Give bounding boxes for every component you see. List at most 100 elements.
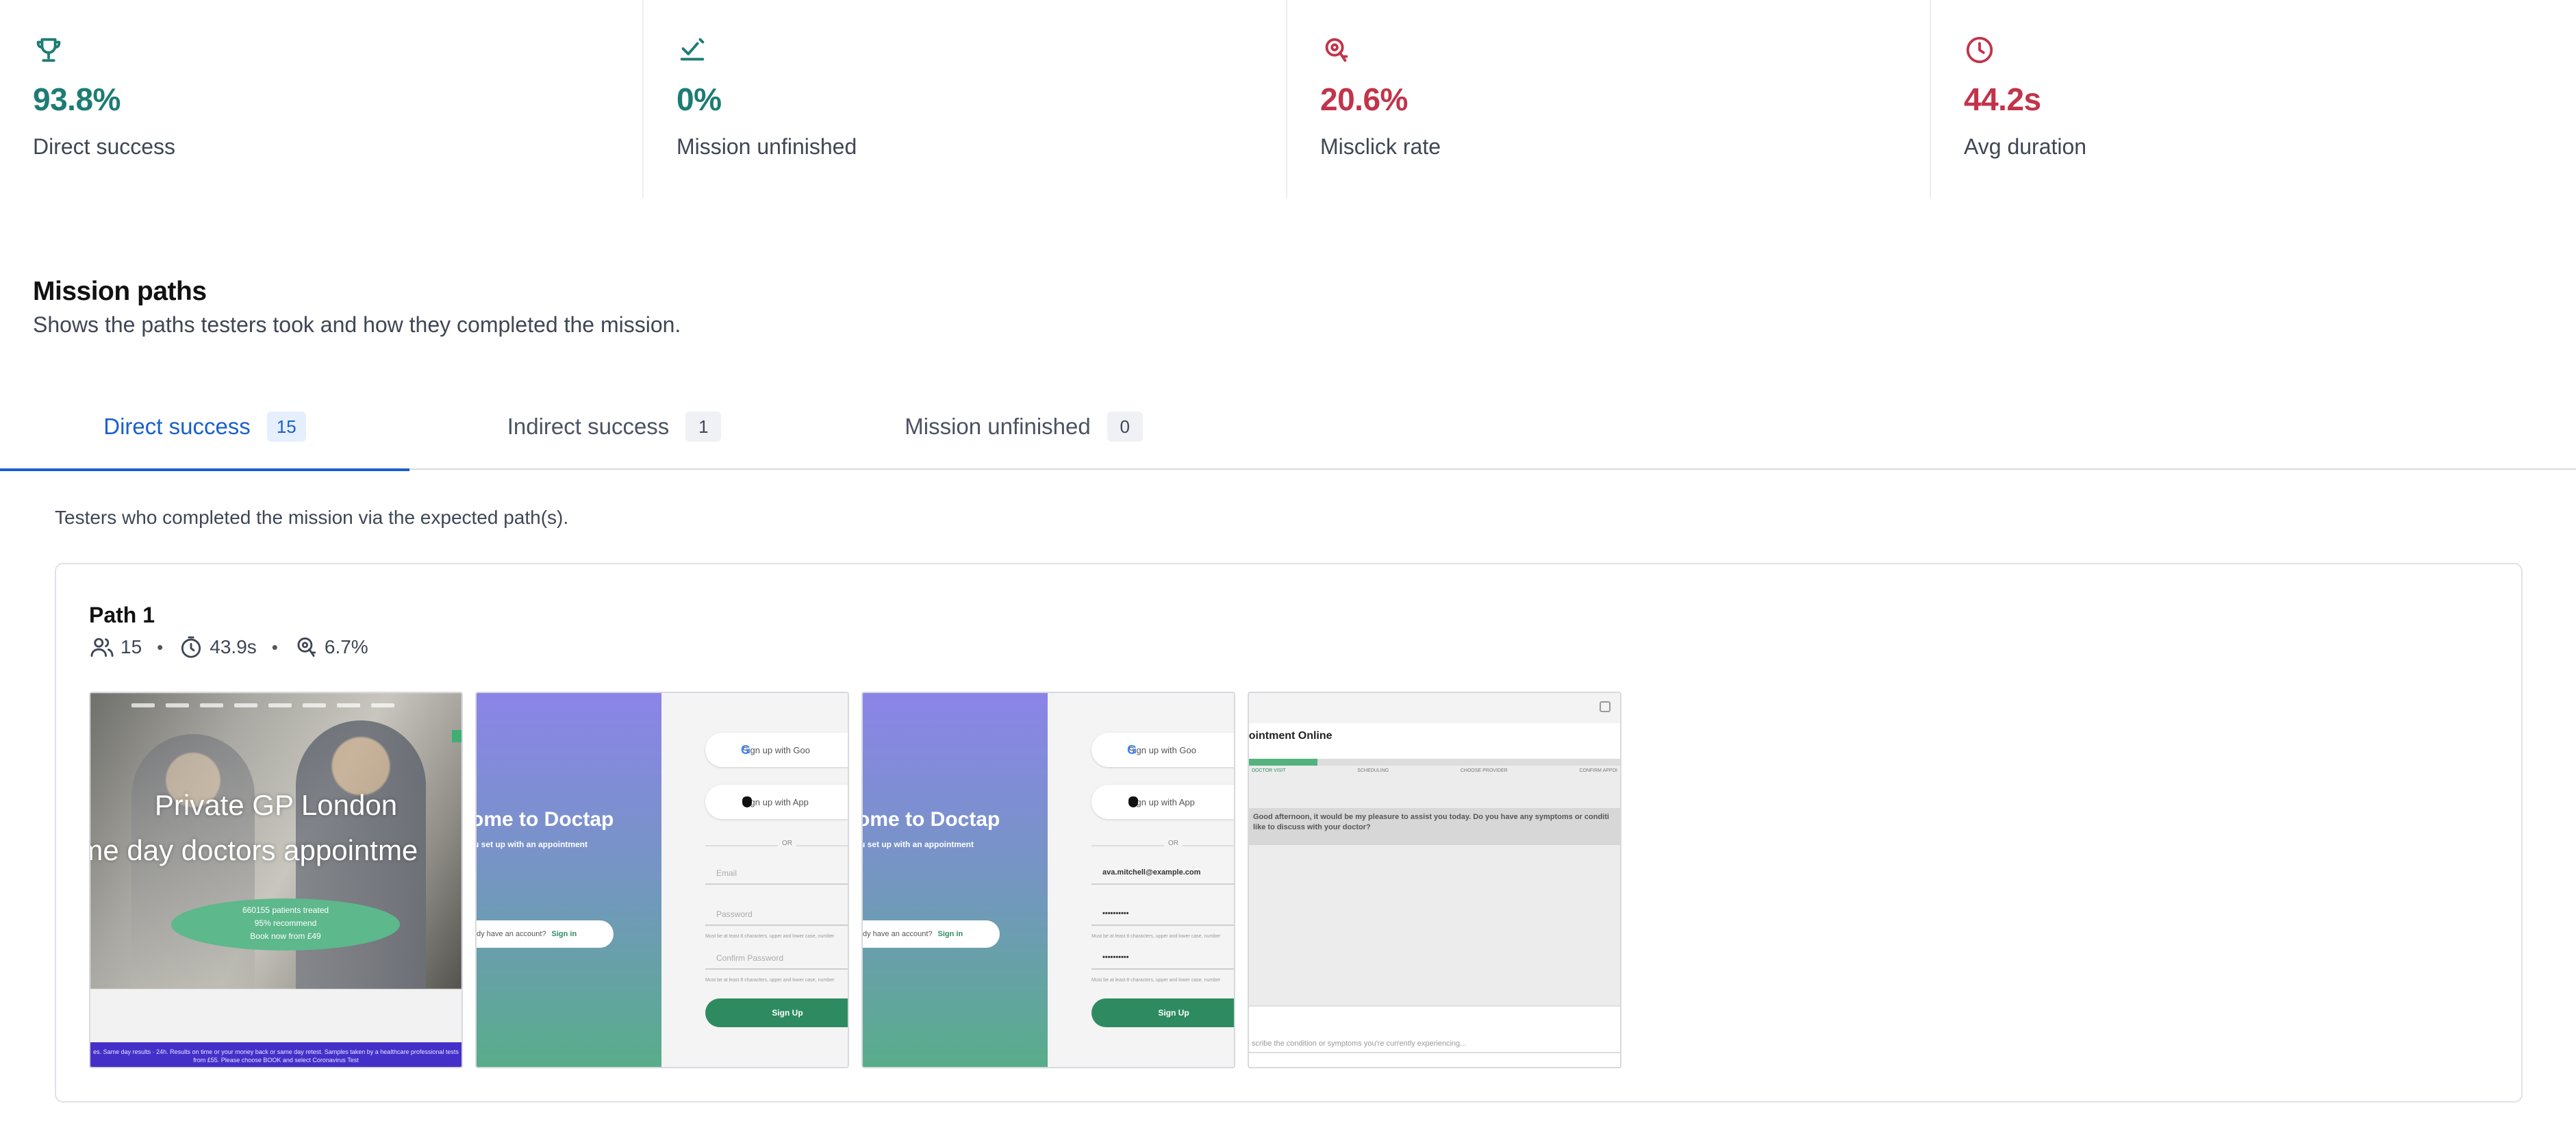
or-label: OR: [1164, 840, 1183, 847]
screen-thumbnail-signup[interactable]: ome to Doctap u set up with an appointme…: [475, 692, 849, 1068]
stat-direct-success: 93.8% Direct success: [0, 0, 644, 199]
apple-signup-button: Sign up with App: [1091, 785, 1234, 819]
stat-label: Mission unfinished: [677, 134, 857, 159]
site-nav: [131, 697, 462, 714]
tab-label: Mission unfinished: [905, 414, 1091, 439]
footer-banner-text: es. Same day results · 24h. Results on t…: [93, 1048, 459, 1064]
tab-description: Testers who completed the mission via th…: [55, 507, 569, 528]
cta-blob-text: 660155 patients treated 95% recommend Bo…: [171, 904, 400, 943]
stat-value: 20.6%: [1320, 81, 1408, 117]
stats-row: 93.8% Direct success 0% Mission unfinish…: [0, 0, 2576, 199]
chat-message: Good afternoon, it would be my pleasure …: [1249, 808, 1620, 845]
app-topbar: [1249, 693, 1620, 723]
stat-mission-unfinished: 0% Mission unfinished: [644, 0, 1287, 199]
section-title: Mission paths: [33, 277, 207, 306]
path-meta: 15 • 43.9s • 6.7%: [89, 630, 368, 664]
hero-headline: Private GP London: [154, 789, 398, 821]
clock-icon: [1966, 36, 1993, 64]
progress-steps: DOCTOR VISIT SCHEDULING CHOOSE PROVIDER …: [1249, 768, 1620, 773]
tab-count-badge: 1: [685, 412, 722, 442]
google-signup-button: G Sign up with Goo: [1091, 733, 1234, 767]
nav-button: [452, 730, 462, 742]
password-field: Password: [705, 903, 848, 926]
email-field: Email: [705, 861, 848, 885]
signup-button: Sign Up: [1091, 998, 1234, 1027]
step-label: CONFIRM APPOI: [1579, 768, 1617, 773]
path-title: Path 1: [89, 603, 155, 627]
cta-line: 95% recommend: [254, 918, 317, 928]
gradient-panel: ome to Doctap u set up with an appointme…: [477, 693, 661, 1067]
tab-direct-success[interactable]: Direct success 15: [0, 383, 409, 471]
or-label: OR: [778, 840, 796, 847]
welcome-subheading: u set up with an appointment: [475, 840, 588, 849]
separator-dot: •: [157, 636, 164, 657]
apple-signup-label: Sign up with App: [742, 796, 809, 807]
separator-dot: •: [271, 636, 278, 657]
stat-value: 93.8%: [33, 81, 121, 117]
tab-mission-unfinished[interactable]: Mission unfinished 0: [819, 383, 1228, 470]
google-signup-label: Sign up with Goo: [742, 744, 811, 755]
screen-thumbnail-appointment-chat[interactable]: pointment Online DOCTOR VISIT SCHEDULING…: [1248, 692, 1621, 1068]
password-hint: Must be at least 8 characters, upper and…: [1091, 978, 1221, 983]
apple-signup-label: Sign up with App: [1128, 796, 1195, 807]
path-duration: 43.9s: [210, 636, 257, 657]
screen-thumbnail-home[interactable]: Private GP London ame day doctors appoin…: [89, 692, 463, 1068]
password-hint: Must be at least 8 characters, upper and…: [705, 934, 835, 939]
path-testers-count: 15: [121, 636, 142, 657]
mission-unfinished-icon: [680, 38, 705, 61]
progress-fill: [1249, 759, 1317, 766]
tab-label: Indirect success: [507, 414, 670, 439]
confirm-password-field: ••••••••••: [1091, 946, 1234, 970]
signin-text: dy have an account?: [477, 930, 546, 938]
chat-input-divider: [1249, 1052, 1620, 1053]
confirm-password-field: Confirm Password: [705, 946, 848, 970]
welcome-subheading: u set up with an appointment: [861, 840, 974, 849]
password-hint: Must be at least 8 characters, upper and…: [1091, 934, 1221, 939]
cta-line: 660155 patients treated: [242, 905, 329, 915]
step-label: SCHEDULING: [1357, 768, 1389, 773]
path-card[interactable]: Path 1 15 • 43.9s • 6.7% Private GP Lond…: [55, 563, 2523, 1103]
divider: [1091, 845, 1234, 846]
google-signup-label: Sign up with Goo: [1128, 744, 1197, 755]
step-label: CHOOSE PROVIDER: [1460, 768, 1508, 773]
tab-count-badge: 15: [266, 412, 306, 442]
stat-value: 44.2s: [1964, 81, 2041, 117]
users-icon: [90, 638, 114, 657]
hero-subheadline: ame day doctors appointme: [89, 834, 418, 866]
stat-label: Avg duration: [1964, 134, 2087, 159]
header-panel: [1249, 723, 1620, 764]
gradient-panel: ome to Doctap u set up with an appointme…: [863, 693, 1048, 1067]
password-field: ••••••••••: [1091, 903, 1234, 926]
signin-link: Sign in: [551, 930, 577, 938]
signin-pill: dy have an account? Sign in: [863, 920, 1000, 948]
signin-text: dy have an account?: [863, 930, 933, 938]
stat-misclick-rate: 20.6% Misclick rate: [1287, 0, 1931, 199]
tab-bar: Direct success 15 Indirect success 1 Mis…: [0, 383, 2576, 471]
tab-indirect-success[interactable]: Indirect success 1: [409, 383, 819, 470]
signin-link: Sign in: [937, 930, 963, 938]
step-label: DOCTOR VISIT: [1252, 768, 1286, 773]
stopwatch-icon: [181, 636, 201, 658]
stat-label: Misclick rate: [1320, 134, 1441, 159]
google-icon: G: [741, 742, 751, 757]
tab-label: Direct success: [103, 414, 251, 439]
misclick-target-icon: [297, 637, 316, 657]
screen-thumbnail-signup-filled[interactable]: ome to Doctap u set up with an appointme…: [861, 692, 1235, 1068]
password-hint: Must be at least 8 characters, upper and…: [705, 978, 835, 983]
stat-avg-duration: 44.2s Avg duration: [1931, 0, 2575, 199]
chat-input-area: [1249, 1005, 1620, 1067]
trophy-icon: [36, 38, 61, 62]
appointment-title: pointment Online: [1248, 730, 1333, 742]
google-signup-button: G Sign up with Goo: [705, 733, 848, 767]
misclick-target-icon: [1325, 38, 1348, 62]
stat-label: Direct success: [33, 134, 176, 159]
apple-signup-button: Sign up with App: [705, 785, 848, 819]
path-misclick-rate: 6.7%: [324, 636, 368, 657]
signup-button: Sign Up: [705, 998, 848, 1027]
tab-count-badge: 0: [1107, 412, 1143, 442]
chat-input-placeholder: scribe the condition or symptoms you're …: [1252, 1040, 1467, 1048]
stat-value: 0%: [677, 81, 722, 117]
apple-icon: [742, 796, 752, 807]
google-icon: G: [1127, 742, 1137, 757]
signin-pill: dy have an account? Sign in: [477, 920, 614, 948]
